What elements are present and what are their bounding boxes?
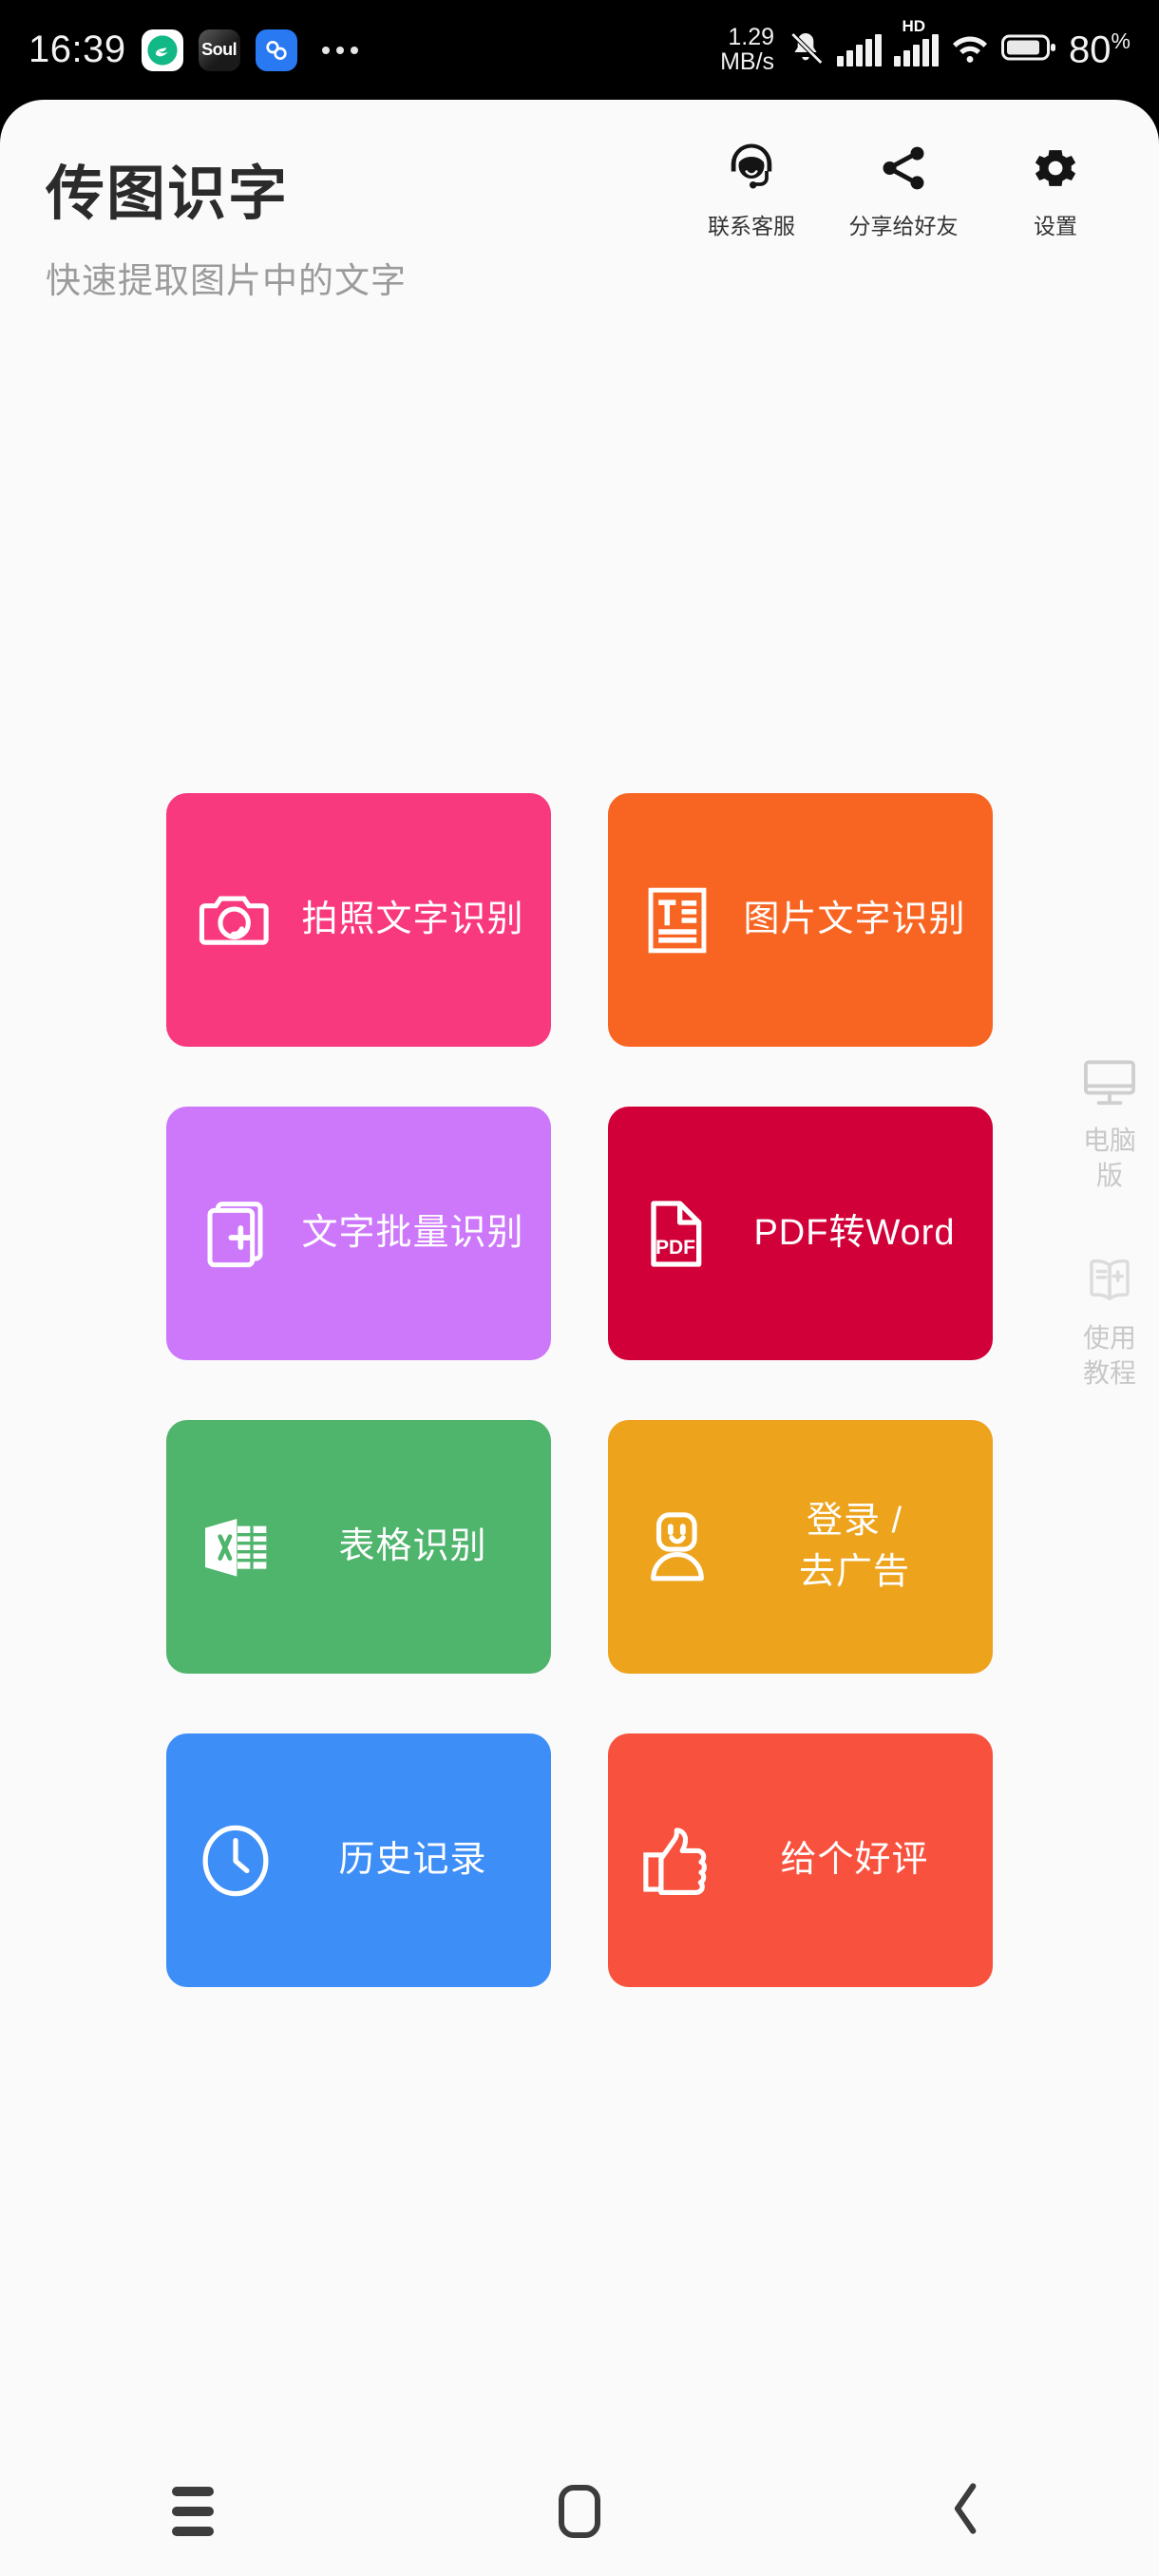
card-login-remove-ads[interactable]: 登录 / 去广告 xyxy=(608,1420,993,1674)
phone-screen: 16:39 Soul 1.29 MB/s HD 80% 传图识字 快速提取图片中… xyxy=(0,0,1159,2576)
page-subtitle: 快速提取图片中的文字 xyxy=(46,261,407,300)
card-image-ocr[interactable]: 图片文字识别 xyxy=(608,793,993,1047)
share-button[interactable]: 分享给好友 xyxy=(849,138,959,240)
status-bar-right: 1.29 MB/s HD 80% xyxy=(720,17,1130,75)
tutorial-label: 使用教程 xyxy=(1082,1322,1136,1388)
app-icon-green-swirl xyxy=(141,28,183,71)
desktop-version-button[interactable]: 电脑版 xyxy=(1060,1050,1159,1194)
card-label: PDF转Word xyxy=(753,1212,956,1253)
app-icon-blue-cloud xyxy=(255,28,297,71)
header-actions: 联系客服 分享给好友 设置 xyxy=(700,138,1107,240)
status-overflow-dots xyxy=(321,46,358,54)
batch-pages-plus-icon xyxy=(195,1193,276,1275)
network-speed: 1.29 MB/s xyxy=(720,24,775,75)
desktop-version-label: 电脑版 xyxy=(1082,1126,1136,1190)
settings-label: 设置 xyxy=(1034,214,1077,238)
card-label: 历史记录 xyxy=(338,1839,487,1880)
card-label: 给个好评 xyxy=(780,1839,929,1880)
text-document-icon xyxy=(636,880,718,961)
page-title: 传图识字 xyxy=(46,161,290,227)
card-rate-app[interactable]: 给个好评 xyxy=(608,1733,993,1987)
contact-support-label: 联系客服 xyxy=(708,214,795,238)
status-clock: 16:39 xyxy=(28,28,126,70)
status-bar: 16:39 Soul 1.29 MB/s HD 80% xyxy=(0,0,1159,100)
settings-button[interactable]: 设置 xyxy=(1004,138,1107,240)
network-speed-value: 1.29 xyxy=(728,24,775,50)
card-photo-ocr[interactable]: 拍照文字识别 xyxy=(166,793,551,1047)
status-bar-left: 16:39 Soul xyxy=(28,28,358,71)
card-label: 拍照文字识别 xyxy=(301,899,524,939)
share-icon xyxy=(877,138,930,199)
home-icon xyxy=(558,2484,600,2538)
hd-label: HD xyxy=(902,16,926,35)
back-icon xyxy=(945,2481,987,2541)
gear-icon xyxy=(1030,138,1081,199)
card-table-ocr[interactable]: 表格识别 xyxy=(166,1420,551,1674)
recents-button[interactable] xyxy=(107,2446,278,2576)
wifi-icon xyxy=(951,30,989,69)
bell-muted-icon xyxy=(787,28,825,71)
contact-support-button[interactable]: 联系客服 xyxy=(700,138,803,240)
headset-support-icon xyxy=(723,138,780,199)
excel-sheet-icon xyxy=(195,1506,276,1588)
camera-icon xyxy=(195,880,276,961)
back-button[interactable] xyxy=(881,2446,1052,2576)
open-book-plus-icon xyxy=(1078,1247,1141,1314)
card-label: 文字批量识别 xyxy=(301,1212,524,1253)
card-label: 图片文字识别 xyxy=(743,899,966,939)
tutorial-button[interactable]: 使用教程 xyxy=(1060,1247,1159,1392)
app-icon-soul: Soul xyxy=(198,28,240,71)
card-batch-ocr[interactable]: 文字批量识别 xyxy=(166,1107,551,1360)
network-speed-unit: MB/s xyxy=(720,47,775,75)
clock-icon xyxy=(195,1820,276,1902)
thumbs-up-icon xyxy=(636,1820,718,1902)
monitor-icon xyxy=(1078,1050,1141,1116)
pdf-file-icon: PDF xyxy=(636,1193,718,1275)
card-pdf-to-word[interactable]: PDF PDF转Word xyxy=(608,1107,993,1360)
svg-text:PDF: PDF xyxy=(656,1237,695,1259)
recents-icon xyxy=(172,2486,215,2536)
android-nav-bar xyxy=(0,2446,1159,2576)
feature-grid: 拍照文字识别 图片文字识别 文字批量识别 PDF PDF转Word 表格识别 登… xyxy=(166,793,993,1987)
side-rail: 电脑版 使用教程 xyxy=(1060,1050,1159,1392)
battery-icon xyxy=(1001,32,1056,67)
signal-bars-hd-icon: HD xyxy=(894,17,940,66)
signal-bars-icon xyxy=(837,33,883,66)
card-history[interactable]: 历史记录 xyxy=(166,1733,551,1987)
share-label: 分享给好友 xyxy=(848,214,959,238)
home-button[interactable] xyxy=(494,2446,665,2576)
soul-icon-label: Soul xyxy=(201,40,238,59)
app-surface: 传图识字 快速提取图片中的文字 联系客服 分享给好友 设置 拍照文字识别 图片文… xyxy=(0,100,1159,2446)
user-smile-icon xyxy=(636,1506,718,1588)
card-label: 登录 / 去广告 xyxy=(798,1500,910,1592)
card-label: 表格识别 xyxy=(338,1525,487,1566)
battery-percentage: 80% xyxy=(1069,28,1130,71)
